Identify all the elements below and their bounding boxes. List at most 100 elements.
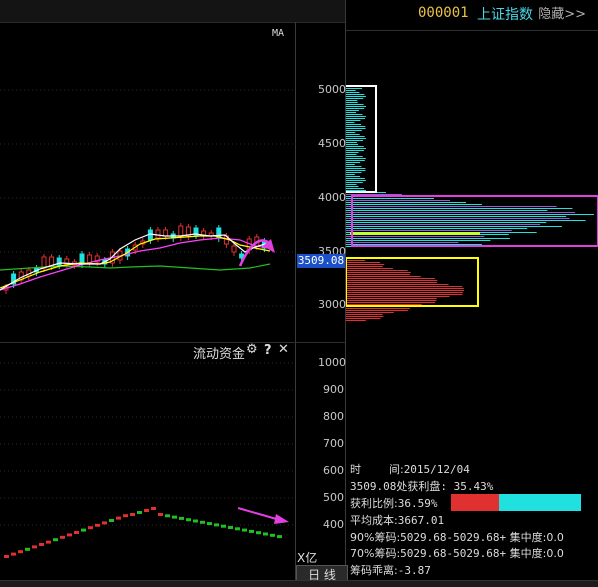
- chart-top-bar: [0, 0, 346, 23]
- ma5-line: [0, 233, 273, 291]
- loss-ratio-fill: [498, 494, 581, 511]
- fund-y-tick-600: 600: [323, 464, 344, 477]
- fund-bar: [235, 527, 240, 531]
- fund-bar: [214, 523, 219, 527]
- chip70-concentration: 集中度:0.0: [509, 547, 564, 560]
- candles: [3, 223, 267, 294]
- fund-bar: [81, 528, 86, 532]
- chip-bar-lower: [346, 272, 411, 273]
- chip-bar-upper: [346, 132, 356, 133]
- fund-bar: [172, 515, 177, 519]
- chip-bar-mid: [346, 238, 510, 239]
- chip-bar-lower: [346, 268, 393, 269]
- fund-bar: [186, 518, 191, 522]
- chip-bar-lower: [346, 318, 381, 319]
- chip-bar-mid: [346, 226, 562, 227]
- chip-bar-upper: [346, 148, 366, 149]
- info-profit-ratio: 获利比例:36.59%: [350, 495, 437, 511]
- chip-bar-lower: [346, 320, 366, 321]
- chip-bar-upper: [346, 150, 365, 151]
- chip-bar-upper: [346, 168, 366, 169]
- info-chip90: 90%筹码:5029.68-5029.68+ 集中度:0.0: [350, 529, 564, 545]
- chip-bar-upper: [346, 124, 362, 125]
- fund-bar: [18, 550, 23, 554]
- chip-bar-upper: [346, 96, 366, 97]
- chip-bar-upper: [346, 184, 357, 185]
- fund-bar: [207, 522, 212, 526]
- chip-bar-mid: [346, 220, 586, 221]
- fund-bar: [95, 523, 100, 527]
- chip-bar-upper: [346, 98, 364, 99]
- chip-bar-mid: [346, 204, 482, 205]
- chip-bar-lower: [346, 298, 437, 299]
- avg-cost-line: [350, 232, 480, 235]
- chip-bar-upper: [346, 158, 366, 159]
- chip-distribution-chart[interactable]: [346, 80, 598, 330]
- chip-bar-lower: [346, 290, 465, 291]
- chip-bar-lower: [346, 264, 385, 265]
- fund-bar: [144, 509, 149, 512]
- chip-bar-lower: [346, 278, 436, 279]
- chip-bar-lower: [346, 292, 463, 293]
- chip-bar-upper: [346, 130, 362, 131]
- candlestick-chart[interactable]: [0, 22, 296, 342]
- fund-flow-chart[interactable]: [0, 343, 296, 563]
- chip-bar-lower: [346, 286, 463, 287]
- price-grid: [0, 89, 296, 307]
- chip90-concentration: 集中度:0.0: [509, 531, 564, 544]
- chip-bar-upper: [346, 112, 357, 113]
- chip-bar-upper: [346, 162, 361, 163]
- chip-bar-upper: [346, 104, 364, 105]
- chip-bar-lower: [346, 260, 366, 261]
- chip-bar-upper: [346, 174, 355, 175]
- fund-bar: [228, 526, 233, 529]
- chip-bar-upper: [346, 146, 364, 147]
- chip-bar-upper: [346, 92, 360, 93]
- chip-bar-lower: [346, 266, 383, 267]
- y-tick-3000: 3000: [318, 298, 346, 311]
- chip-bar-mid: [346, 194, 402, 195]
- fund-bar: [39, 543, 44, 546]
- fund-bar: [200, 520, 205, 524]
- fund-bar: [25, 547, 30, 551]
- chip-bar-lower: [346, 288, 464, 289]
- chip-bar-upper: [346, 110, 359, 111]
- chip-bar-mid: [346, 206, 557, 207]
- candle-body: [231, 245, 237, 253]
- chip-bar-upper: [346, 186, 359, 187]
- fund-grid: [0, 362, 296, 526]
- fund-y-tick-800: 800: [323, 410, 344, 423]
- chip-bar-mid: [346, 218, 570, 219]
- fund-unit-label: X亿: [297, 551, 318, 565]
- chip-bar-upper: [346, 142, 357, 143]
- chip-bar-mid: [346, 210, 548, 211]
- chip-bar-upper: [346, 116, 366, 117]
- hide-panel-button[interactable]: 隐藏>>: [538, 3, 586, 22]
- chip-bar-mid: [346, 208, 573, 209]
- chip-bar-lower: [346, 274, 410, 275]
- fund-bar: [53, 538, 58, 542]
- chip-bar-lower: [346, 296, 450, 297]
- chip-bar-upper: [346, 164, 355, 165]
- chip-bar-upper: [346, 122, 355, 123]
- chip-bar-mid: [346, 222, 547, 223]
- y-tick-4000: 4000: [318, 191, 346, 204]
- fund-bar: [277, 535, 282, 539]
- current-price-tag: 3509.08: [297, 254, 345, 268]
- chip-bar-lower: [346, 262, 381, 263]
- chip-bar-upper: [346, 106, 366, 107]
- chip70-range: 5029.68-5029.68+: [400, 547, 507, 560]
- candle-body: [163, 229, 169, 237]
- chip-bar-mid: [346, 224, 541, 225]
- chip-bar-upper: [346, 128, 366, 129]
- chip-bar-upper: [346, 190, 366, 191]
- fund-bar: [193, 519, 198, 523]
- fund-bar: [88, 526, 93, 530]
- fund-bar: [165, 514, 170, 518]
- avg-cost-value: 3667.01: [397, 514, 445, 527]
- chip-bar-lower: [346, 312, 394, 313]
- chip70-label: 70%筹码:: [350, 547, 401, 560]
- time-value: 2015/12/04: [403, 463, 470, 476]
- info-avg-cost: 平均成本:3667.01: [350, 512, 444, 528]
- chip-bar-upper: [346, 114, 363, 115]
